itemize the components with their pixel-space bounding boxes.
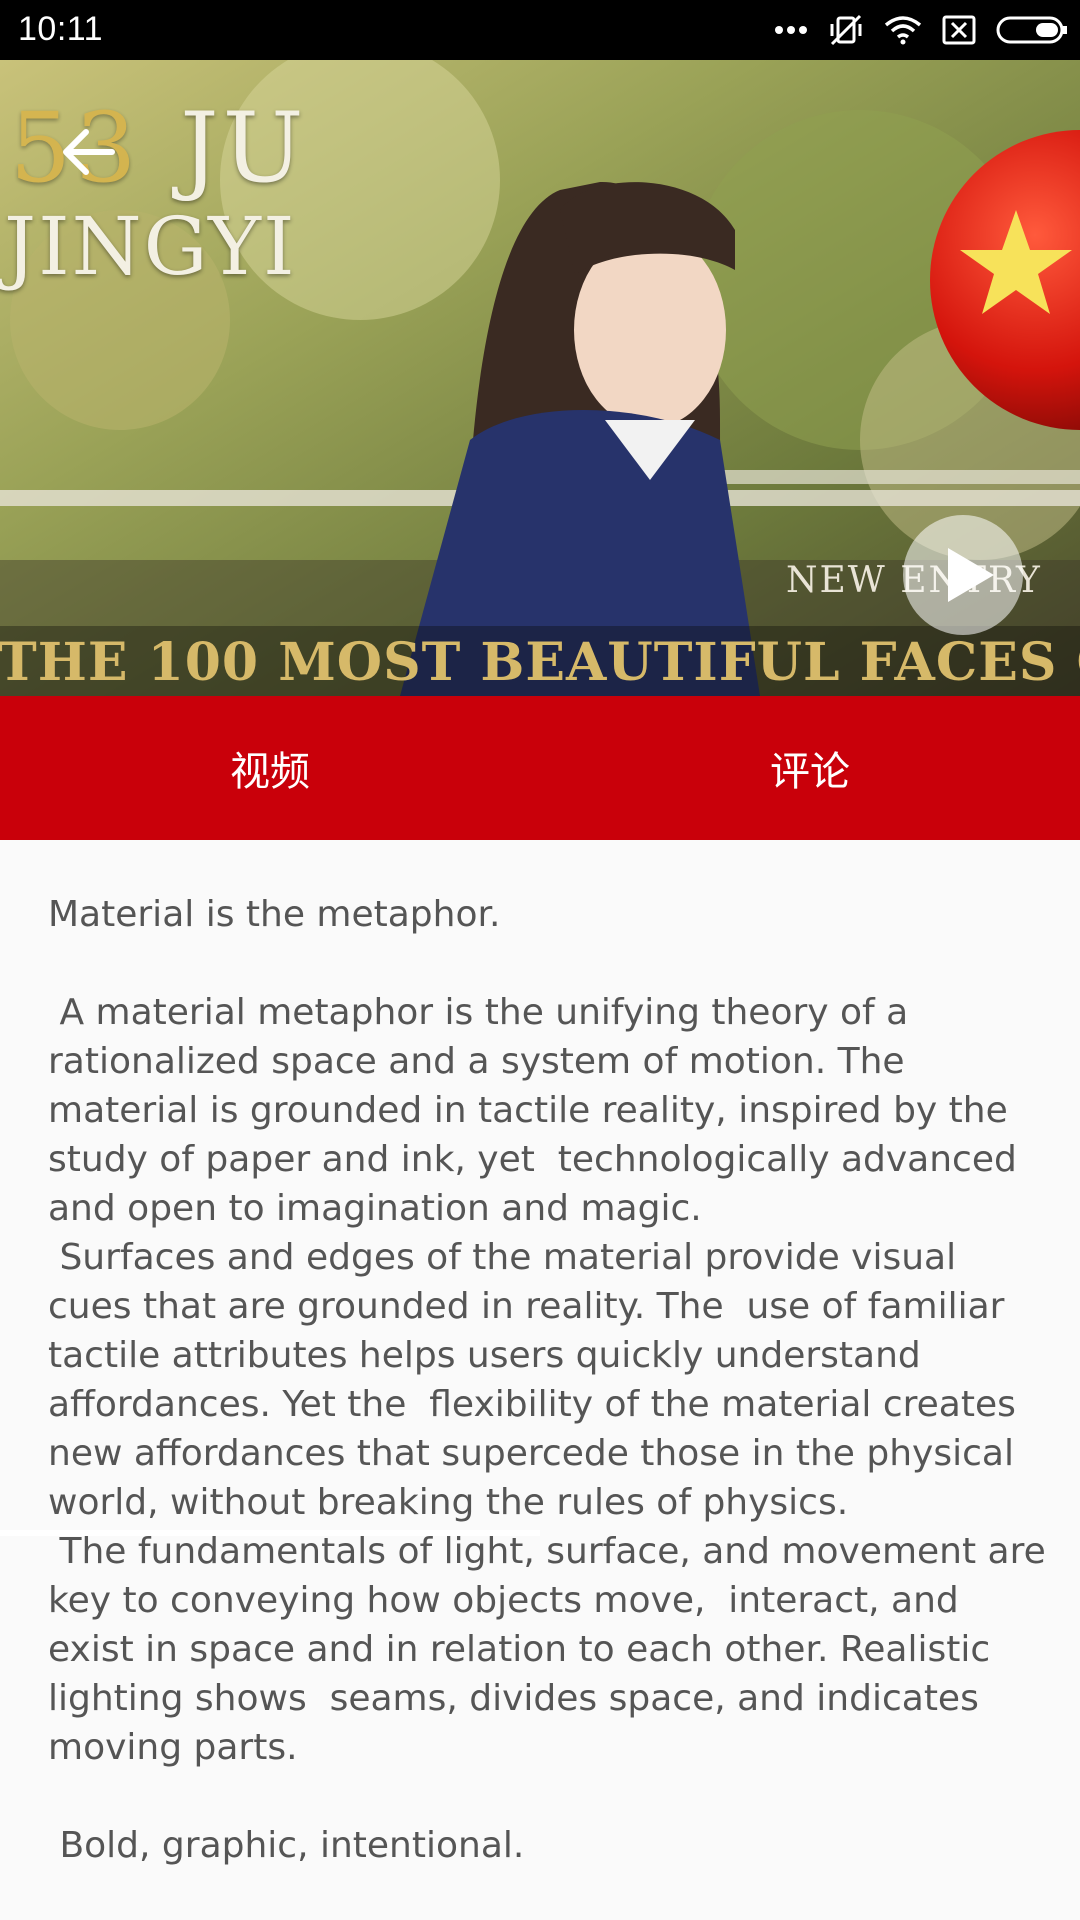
no-sim-icon (942, 15, 976, 45)
tab-comments[interactable]: 评论 (540, 696, 1080, 840)
tab-video[interactable]: 视频 (0, 696, 540, 840)
battery-icon (996, 16, 1067, 44)
description-text: Material is the metaphor. A material met… (48, 894, 1046, 1866)
play-button-icon[interactable] (900, 512, 1026, 638)
wifi-icon (884, 16, 922, 45)
status-bar: 10:11 (0, 0, 1080, 60)
tab-bar: 视频 评论 (0, 696, 1080, 1536)
more-dots-icon (775, 26, 807, 34)
back-arrow-icon[interactable] (52, 116, 124, 188)
hero-title-name: JU (180, 92, 308, 204)
banner-text: THE 100 MOST BEAUTIFUL FACES OF 2015 (0, 632, 1080, 693)
hero-title-line2: JINGYI (4, 200, 297, 293)
status-icons (774, 12, 1068, 48)
vibrate-off-icon (830, 14, 862, 46)
video-header-image[interactable]: 53 JU JINGYI THE 100 MOST BEAUTIFUL FACES… (0, 60, 1080, 696)
status-time: 10:11 (18, 10, 104, 48)
